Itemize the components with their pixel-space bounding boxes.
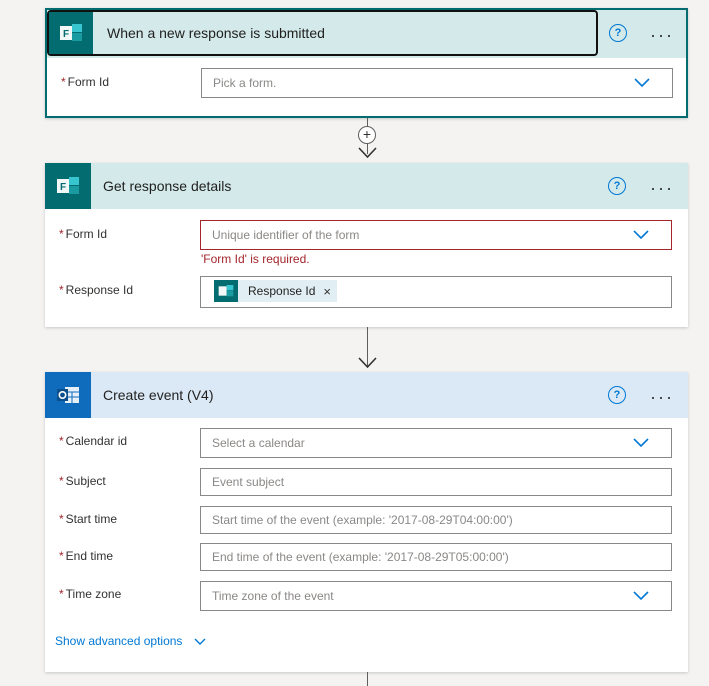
chevron-down-icon <box>634 78 650 88</box>
trigger-title: When a new response is submitted <box>107 25 325 41</box>
create-event-card-header[interactable]: Create event (V4) ? ··· <box>45 372 688 418</box>
create-event-card: Create event (V4) ? ··· * Calendar id Sel… <box>45 372 688 672</box>
form-id-dropdown[interactable]: Pick a form. <box>201 68 673 98</box>
response-id-token[interactable]: Response Id × <box>214 280 337 302</box>
chevron-down-icon <box>633 230 649 240</box>
form-id-placeholder: Pick a form. <box>213 76 277 90</box>
arrow-down-icon <box>358 147 377 159</box>
calendar-id-dropdown[interactable]: Select a calendar <box>200 428 672 458</box>
field-label-form-id: * Form Id <box>61 75 110 89</box>
chevron-down-icon <box>194 638 206 645</box>
field-label-start-time: * Start time <box>59 512 118 526</box>
more-options-icon[interactable]: ··· <box>650 26 674 44</box>
help-icon[interactable]: ? <box>609 24 627 42</box>
token-label: Response Id <box>248 284 316 298</box>
get-response-title: Get response details <box>103 178 232 194</box>
get-response-card: F Get response details ? ··· * Form Id Un… <box>45 163 688 327</box>
time-zone-dropdown[interactable]: Time zone of the event <box>200 581 672 611</box>
microsoft-forms-icon: F <box>49 12 93 54</box>
remove-token-icon[interactable]: × <box>323 284 331 299</box>
calendar-id-placeholder: Select a calendar <box>212 436 305 450</box>
outlook-calendar-icon <box>45 372 91 418</box>
field-label-form-id: * Form Id <box>59 227 108 241</box>
get-response-card-header[interactable]: F Get response details ? ··· <box>45 163 688 209</box>
svg-text:F: F <box>63 29 69 40</box>
start-time-input[interactable]: Start time of the event (example: '2017-… <box>200 506 672 534</box>
microsoft-forms-icon: F <box>45 163 91 209</box>
chevron-down-icon <box>633 438 649 448</box>
arrow-down-icon <box>358 357 377 369</box>
form-id-placeholder: Unique identifier of the form <box>212 228 360 242</box>
microsoft-forms-icon <box>214 280 238 302</box>
field-label-end-time: * End time <box>59 549 114 563</box>
add-step-button[interactable]: + <box>358 126 376 144</box>
create-event-title: Create event (V4) <box>103 387 214 403</box>
help-icon[interactable]: ? <box>608 177 626 195</box>
svg-text:F: F <box>60 182 66 193</box>
form-id-error: 'Form Id' is required. <box>201 252 310 266</box>
more-options-icon[interactable]: ··· <box>650 179 674 197</box>
more-options-icon[interactable]: ··· <box>650 388 674 406</box>
end-time-input[interactable]: End time of the event (example: '2017-08… <box>200 543 672 571</box>
subject-placeholder: Event subject <box>212 475 285 489</box>
trigger-card-header[interactable]: F When a new response is submitted ? ··· <box>47 10 686 58</box>
form-id-dropdown[interactable]: Unique identifier of the form <box>200 220 672 250</box>
end-time-placeholder: End time of the event (example: '2017-08… <box>212 550 509 564</box>
show-advanced-options-link[interactable]: Show advanced options <box>55 634 206 648</box>
response-id-field[interactable]: Response Id × <box>200 276 672 308</box>
field-label-subject: * Subject <box>59 474 106 488</box>
field-label-calendar-id: * Calendar id <box>59 434 128 448</box>
chevron-down-icon <box>633 591 649 601</box>
subject-input[interactable]: Event subject <box>200 468 672 496</box>
trigger-card: F When a new response is submitted ? ···… <box>45 8 688 118</box>
help-icon[interactable]: ? <box>608 386 626 404</box>
start-time-placeholder: Start time of the event (example: '2017-… <box>212 513 513 527</box>
time-zone-placeholder: Time zone of the event <box>212 589 334 603</box>
field-label-time-zone: * Time zone <box>59 587 122 601</box>
field-label-response-id: * Response Id <box>59 283 134 297</box>
connector-line <box>367 672 368 686</box>
